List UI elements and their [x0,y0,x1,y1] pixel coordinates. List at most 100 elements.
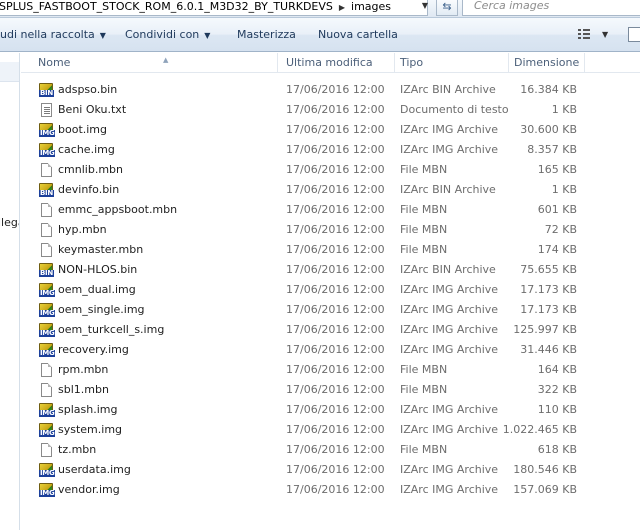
breadcrumb[interactable]: SPLUS_FASTBOOT_STOCK_ROM_6.0.1_M3D32_BY_… [0,0,428,16]
table-row[interactable]: IMG cache.img 17/06/2016 12:00 IZArc IMG Ar… [21,140,640,160]
file-modified-date: 17/06/2016 12:00 [286,103,385,116]
file-type: IZArc IMG Archive [400,403,499,416]
izarc-img-icon: IMG [39,423,56,437]
file-type: IZArc BIN Archive [400,183,496,196]
change-view-button[interactable]: ▼ [578,27,616,43]
file-name: sbl1.mbn [58,383,109,396]
file-type: IZArc IMG Archive [400,123,499,136]
file-size: 601 KB [537,203,577,216]
table-row[interactable]: IMG recovery.img 17/06/2016 12:00 IZArc IMG… [21,340,640,360]
file-type: File MBN [400,363,448,376]
file-icon [41,243,52,257]
file-size: 75.655 KB [520,263,577,276]
address-dropdown-icon[interactable]: ▼ [418,0,432,14]
file-name: recovery.img [58,343,129,356]
burn-button[interactable]: Masterizza [237,18,296,52]
table-row[interactable]: IMG oem_single.img 17/06/2016 12:00 IZArc I… [21,300,640,320]
table-row[interactable]: BIN devinfo.bin 17/06/2016 12:00 IZArc BIN … [21,180,640,200]
izarc-img-icon: IMG [39,463,56,477]
refresh-button[interactable]: ⇆ [436,0,458,16]
file-name: NON-HLOS.bin [58,263,138,276]
file-type: File MBN [400,243,448,256]
file-size: 1 KB [551,183,577,196]
file-list[interactable]: Nome ▲ Ultima modifica Tipo Dimensione B… [21,53,640,530]
table-row[interactable]: sbl1.mbn 17/06/2016 12:00 File MBN 322 KB [21,380,640,400]
file-size: 125.997 KB [513,323,577,336]
table-row[interactable]: hyp.mbn 17/06/2016 12:00 File MBN 72 KB [21,220,640,240]
new-folder-label: Nuova cartella [318,28,398,41]
table-row[interactable]: keymaster.mbn 17/06/2016 12:00 File MBN 174… [21,240,640,260]
izarc-img-icon: IMG [39,123,56,137]
table-row[interactable]: tz.mbn 17/06/2016 12:00 File MBN 618 KB [21,440,640,460]
izarc-img-icon: IMG [39,283,56,297]
file-type: IZArc BIN Archive [400,263,496,276]
table-row[interactable]: IMG vendor.img 17/06/2016 12:00 IZArc IMG A… [21,480,640,500]
archive-type-badge: IMG [39,289,56,297]
izarc-bin-icon: BIN [39,83,54,97]
file-type: File MBN [400,163,448,176]
file-type: IZArc IMG Archive [400,283,499,296]
table-row[interactable]: emmc_appsboot.mbn 17/06/2016 12:00 File MB… [21,200,640,220]
breadcrumb-folder[interactable]: SPLUS_FASTBOOT_STOCK_ROM_6.0.1_M3D32_BY_… [0,0,333,13]
file-size: 110 KB [537,403,577,416]
izarc-img-icon: IMG [39,403,56,417]
izarc-img-icon: IMG [39,143,56,157]
share-with-button[interactable]: Condividi con ▼ [125,18,210,52]
breadcrumb-separator-icon[interactable]: ▶ [339,1,345,14]
file-size: 17.173 KB [520,283,577,296]
archive-type-badge: IMG [39,429,56,437]
column-header-modified-label: Ultima modifica [286,56,373,69]
table-row[interactable]: Beni Oku.txt 17/06/2016 12:00 Documento di… [21,100,640,120]
archive-type-badge: IMG [39,489,56,497]
izarc-img-icon: IMG [39,483,56,497]
details-view-icon [578,29,590,39]
file-type: IZArc IMG Archive [400,463,499,476]
column-header-row: Nome ▲ Ultima modifica Tipo Dimensione [21,53,640,73]
chevron-down-icon: ▼ [99,31,106,40]
table-row[interactable]: IMG oem_turkcell_s.img 17/06/2016 12:00 IZA… [21,320,640,340]
table-row[interactable]: IMG boot.img 17/06/2016 12:00 IZArc IMG Arc… [21,120,640,140]
column-header-modified[interactable]: Ultima modifica [281,53,395,73]
column-header-size[interactable]: Dimensione [509,53,585,73]
preview-pane-button[interactable] [628,27,640,42]
table-row[interactable]: cmnlib.mbn 17/06/2016 12:00 File MBN 165 KB [21,160,640,180]
file-modified-date: 17/06/2016 12:00 [286,403,385,416]
file-name: oem_turkcell_s.img [58,323,165,336]
file-type: IZArc IMG Archive [400,343,499,356]
file-size: 1 KB [551,103,577,116]
nav-item-label[interactable]: llega [0,216,19,229]
file-size: 174 KB [537,243,577,256]
file-modified-date: 17/06/2016 12:00 [286,163,385,176]
include-in-library-button[interactable]: udi nella raccolta ▼ [0,18,106,52]
column-header-type[interactable]: Tipo [395,53,509,73]
search-input[interactable]: Cerca images [462,0,640,16]
file-name: tz.mbn [58,443,97,456]
file-size: 72 KB [544,223,577,236]
izarc-bin-icon: BIN [39,183,54,197]
archive-type-badge: IMG [39,409,56,417]
izarc-bin-icon: BIN [39,263,54,277]
file-modified-date: 17/06/2016 12:00 [286,423,385,436]
table-row[interactable]: IMG oem_dual.img 17/06/2016 12:00 IZArc IMG… [21,280,640,300]
table-row[interactable]: BIN NON-HLOS.bin 17/06/2016 12:00 IZArc BIN… [21,260,640,280]
table-row[interactable]: BIN adspso.bin 17/06/2016 12:00 IZArc BIN A… [21,80,640,100]
burn-label: Masterizza [237,28,296,41]
file-size: 157.069 KB [513,483,577,496]
table-row[interactable]: IMG splash.img 17/06/2016 12:00 IZArc IMG A… [21,400,640,420]
text-document-icon [41,103,52,117]
navigation-pane[interactable]: llega [0,53,20,530]
new-folder-button[interactable]: Nuova cartella [318,18,398,52]
file-name: system.img [58,423,123,436]
file-icon [41,163,52,177]
izarc-img-icon: IMG [39,343,56,357]
table-row[interactable]: IMG system.img 17/06/2016 12:00 IZArc IMG A… [21,420,640,440]
column-header-name[interactable]: Nome ▲ [31,53,278,73]
file-size: 180.546 KB [513,463,577,476]
table-row[interactable]: IMG userdata.img 17/06/2016 12:00 IZArc IMG… [21,460,640,480]
nav-item[interactable] [0,62,19,82]
breadcrumb-current[interactable]: images [351,0,391,13]
file-size: 1.022.465 KB [502,423,577,436]
file-size: 164 KB [537,363,577,376]
include-in-library-label: udi nella raccolta [0,28,95,41]
table-row[interactable]: rpm.mbn 17/06/2016 12:00 File MBN 164 KB [21,360,640,380]
